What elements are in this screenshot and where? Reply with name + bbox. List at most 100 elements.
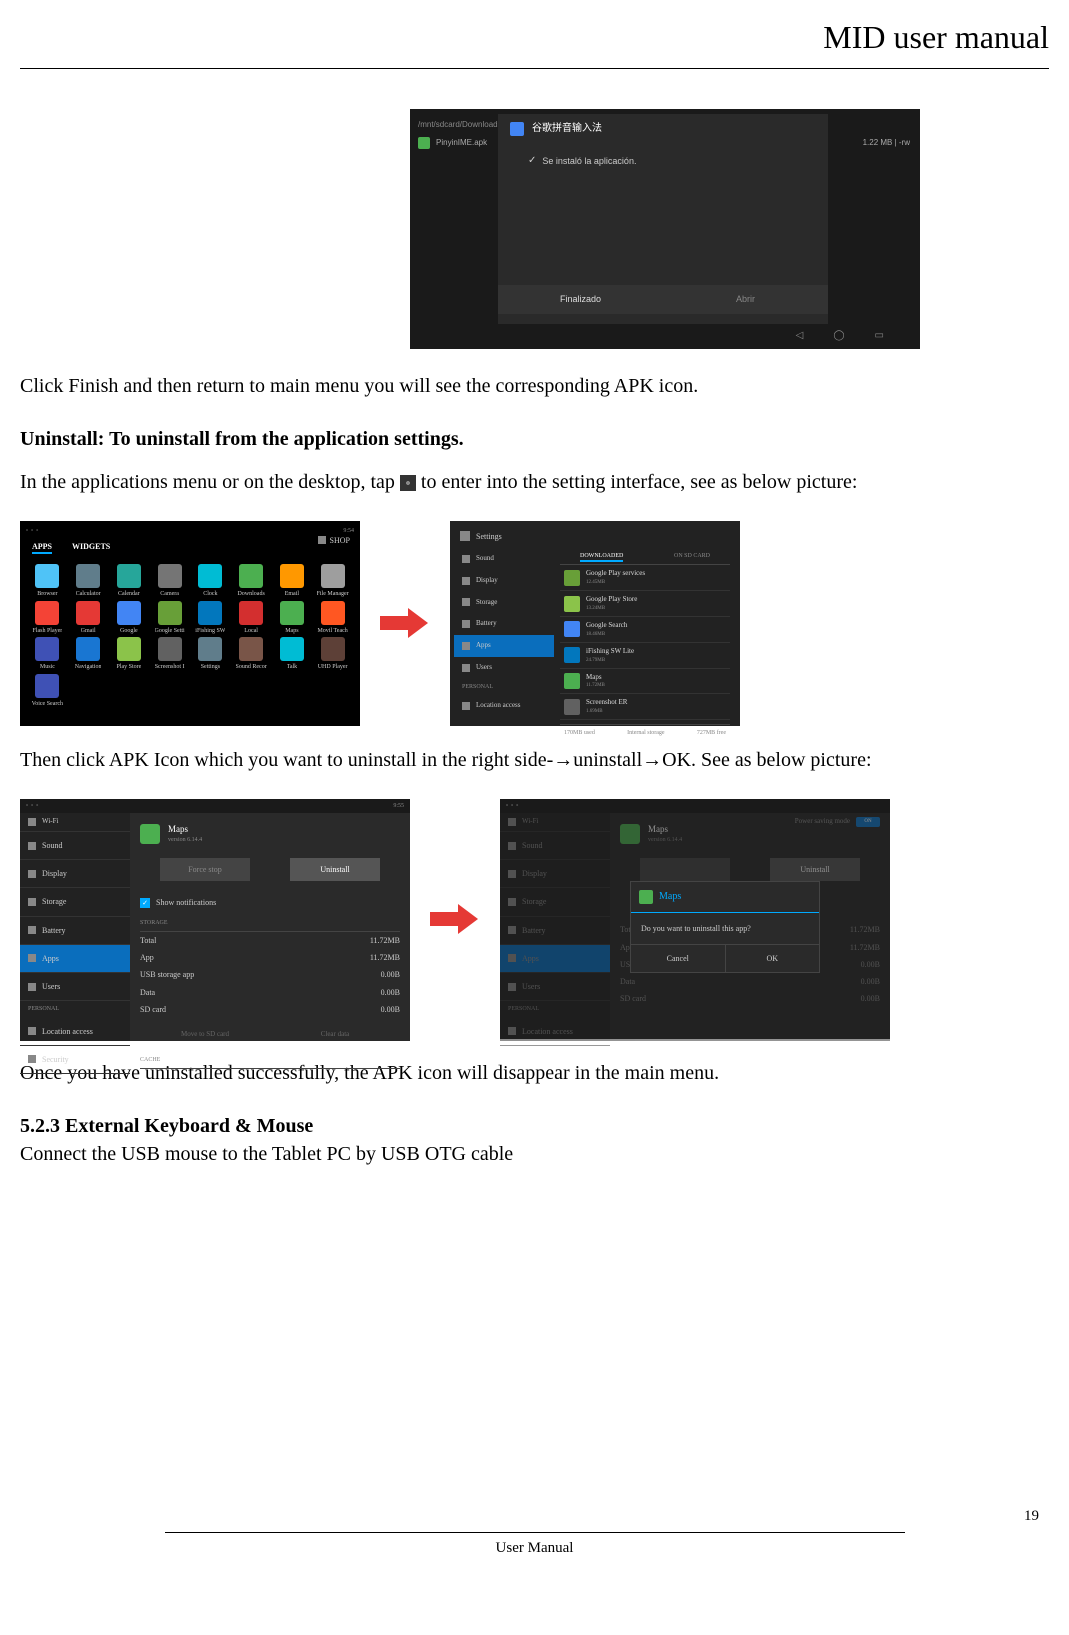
cancel-button[interactable]: Cancel — [631, 945, 726, 972]
app-list-item[interactable]: Google Search18.46MB — [560, 617, 730, 643]
app-item[interactable]: Gmail — [69, 601, 108, 635]
sidebar-item-apps: Apps — [500, 945, 610, 973]
storage-icon — [508, 898, 516, 906]
app-item[interactable]: Movil Teach — [313, 601, 352, 635]
sidebar-item-battery[interactable]: Battery — [20, 917, 130, 945]
move-sd-button[interactable]: Move to SD card — [160, 1026, 250, 1044]
clear-data-button[interactable]: Clear data — [290, 1026, 380, 1044]
sidebar-item-location[interactable]: Location access — [20, 1018, 130, 1046]
app-item[interactable]: Sound Recor — [232, 637, 271, 671]
sidebar-item-users[interactable]: Users — [454, 657, 554, 679]
back-icon[interactable]: ◁ — [796, 329, 804, 343]
tab-downloaded[interactable]: DOWNLOADED — [580, 552, 623, 562]
app-item[interactable]: iFishing SW — [191, 601, 230, 635]
screenshot-row-1: ▫▫▫ 9:54 APPS WIDGETS SHOP BrowserCalcul… — [20, 521, 1049, 726]
sidebar-item-sound[interactable]: Sound — [454, 548, 554, 570]
app-version: version 6.14.4 — [648, 836, 682, 844]
sidebar-item-users[interactable]: Users — [20, 973, 130, 1001]
shop-link[interactable]: SHOP — [318, 535, 350, 546]
storage-row-value: 11.72MB — [850, 942, 880, 953]
wifi-icon — [508, 818, 516, 826]
app-item[interactable]: Downloads — [232, 564, 271, 598]
notifications-row[interactable]: ✓ Show notifications — [140, 891, 400, 914]
home-icon[interactable]: ◯ — [833, 329, 844, 343]
app-item[interactable]: Google Setti — [150, 601, 189, 635]
app-list-item[interactable]: Google Play Store13.24MB — [560, 591, 730, 617]
app-item[interactable]: Talk — [273, 637, 312, 671]
ok-button[interactable]: OK — [726, 945, 820, 972]
app-list-name: Google Play services — [586, 569, 645, 579]
sidebar-item-storage[interactable]: Storage — [454, 592, 554, 614]
app-item[interactable]: Local — [232, 601, 271, 635]
app-label: Navigation — [75, 663, 102, 671]
tab-sdcard[interactable]: ON SD CARD — [674, 552, 710, 562]
app-item[interactable]: Voice Search — [28, 674, 67, 708]
storage-row-value: 0.00B — [381, 987, 400, 998]
settings-icon — [400, 475, 416, 491]
app-item[interactable]: Settings — [191, 637, 230, 671]
app-item[interactable]: Camera — [150, 564, 189, 598]
confirm-buttons: Cancel OK — [631, 944, 819, 972]
app-list-item[interactable]: Google Play services12.45MB — [560, 565, 730, 591]
app-item[interactable]: Google — [110, 601, 149, 635]
sidebar-item-battery[interactable]: Battery — [454, 613, 554, 635]
app-icon — [280, 637, 304, 661]
sidebar-item-location[interactable]: Location access — [454, 695, 554, 717]
confirm-dialog-screenshot: ▫▫▫ Wi-Fi Sound Display Storage Battery … — [500, 799, 890, 1039]
sidebar-item-display[interactable]: Display — [454, 570, 554, 592]
app-item[interactable]: Screenshot I — [150, 637, 189, 671]
app-list-name: Google Play Store — [586, 595, 637, 605]
tab-apps[interactable]: APPS — [32, 541, 52, 554]
file-row: PinyinIME.apk — [418, 137, 487, 149]
main-content: /mnt/sdcard/Download PinyinIME.apk 1.22 … — [20, 109, 1049, 1559]
app-item[interactable]: Flash Player — [28, 601, 67, 635]
sidebar-item-sound[interactable]: Sound — [20, 832, 130, 860]
app-label: Talk — [287, 663, 298, 671]
sidebar-item-apps[interactable]: Apps — [454, 635, 554, 657]
tab-widgets[interactable]: WIDGETS — [72, 541, 110, 554]
app-list: Google Play services12.45MBGoogle Play S… — [560, 565, 730, 720]
app-list-item[interactable]: Screenshot ER1.69MB — [560, 694, 730, 720]
sidebar-item-wifi[interactable]: Wi-Fi — [20, 813, 130, 832]
app-label: Gmail — [81, 627, 96, 635]
app-icon — [35, 601, 59, 625]
detail-main: Maps version 6.14.4 Force stop Uninstall… — [130, 813, 410, 1041]
app-item[interactable]: Browser — [28, 564, 67, 598]
confirm-title: Maps — [659, 890, 681, 904]
uninstall-button[interactable]: Uninstall — [290, 858, 380, 881]
display-icon — [462, 577, 470, 585]
wifi-icon — [28, 818, 36, 826]
app-list-item[interactable]: iFishing SW Lite24.79MB — [560, 643, 730, 669]
app-label: Screenshot I — [155, 663, 185, 671]
app-item[interactable]: Clock — [191, 564, 230, 598]
app-list-item[interactable]: Maps11.72MB — [560, 669, 730, 695]
finalizado-button[interactable]: Finalizado — [498, 285, 663, 314]
notifications-label: Show notifications — [156, 897, 216, 908]
recent-icon[interactable]: ▭ — [875, 329, 884, 343]
storage-free: 727MB free — [697, 729, 726, 737]
app-label: Downloads — [237, 590, 264, 598]
sidebar-item-apps[interactable]: Apps — [20, 945, 130, 973]
sidebar-item-security[interactable]: Security — [20, 1046, 130, 1074]
app-item[interactable]: Calculator — [69, 564, 108, 598]
app-item[interactable]: Navigation — [69, 637, 108, 671]
app-item[interactable]: Play Store — [110, 637, 149, 671]
sidebar-item-location: Location access — [500, 1018, 610, 1046]
app-item[interactable]: File Manager — [313, 564, 352, 598]
app-list-icon — [564, 647, 580, 663]
app-icon — [35, 637, 59, 661]
app-item[interactable]: UHD Player — [313, 637, 352, 671]
app-info: Maps version 6.14.4 — [648, 823, 682, 844]
storage-row-value: 11.72MB — [370, 935, 400, 946]
sidebar-item-storage[interactable]: Storage — [20, 888, 130, 916]
abrir-button[interactable]: Abrir — [663, 285, 828, 314]
sidebar-item-display[interactable]: Display — [20, 860, 130, 888]
app-item[interactable]: Email — [273, 564, 312, 598]
battery-icon — [28, 926, 36, 934]
battery-icon — [508, 926, 516, 934]
force-stop-button[interactable]: Force stop — [160, 858, 250, 881]
app-item[interactable]: Music — [28, 637, 67, 671]
app-item[interactable]: Calendar — [110, 564, 149, 598]
app-item[interactable]: Maps — [273, 601, 312, 635]
storage-row-label: SD card — [140, 1004, 166, 1015]
